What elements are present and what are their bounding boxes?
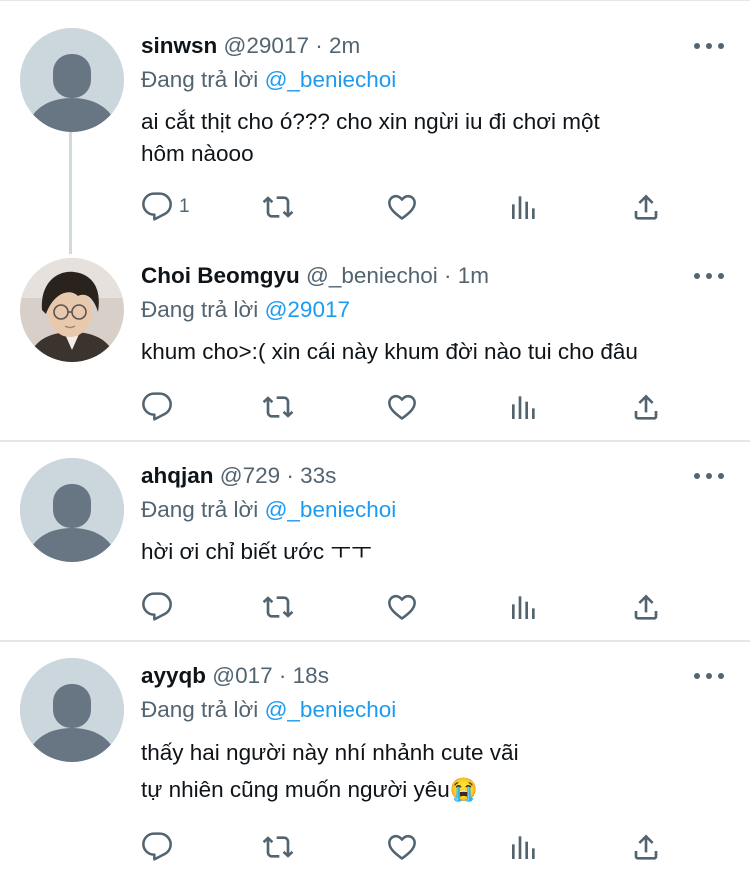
reply-button[interactable] <box>141 831 173 863</box>
author-handle-time[interactable]: @729 · 33s <box>220 463 337 488</box>
like-icon <box>386 831 418 863</box>
like-button[interactable] <box>386 191 418 223</box>
tweet-text-line: ai cắt thịt cho ó??? cho xin ngừi iu đi … <box>141 109 600 134</box>
reply-button[interactable] <box>141 591 173 623</box>
replying-to: Đang trả lời @_beniechoi <box>141 66 396 94</box>
retweet-button[interactable] <box>262 591 294 623</box>
tweet-text-line: khum cho>:( xin cái này khum đời nào tui… <box>141 339 638 364</box>
reply-button[interactable]: 1 <box>141 191 190 223</box>
views-button[interactable] <box>508 591 540 623</box>
like-icon <box>386 191 418 223</box>
views-icon <box>508 591 540 623</box>
tweet-card[interactable]: ahqjan @729 · 33s Đang trả lời @_beniech… <box>0 442 750 640</box>
reply-button[interactable] <box>141 391 173 423</box>
author-handle-time[interactable]: @_beniechoi · 1m <box>306 263 489 288</box>
replying-to: Đang trả lời @29017 <box>141 296 350 324</box>
thread-connector <box>69 132 72 254</box>
tweet-text-line: hôm nàooo <box>141 141 254 166</box>
retweet-icon <box>262 591 294 623</box>
retweet-icon <box>262 831 294 863</box>
replying-to: Đang trả lời @_beniechoi <box>141 696 396 724</box>
tweet-text: khum cho>:( xin cái này khum đời nào tui… <box>141 336 731 368</box>
views-button[interactable] <box>508 391 540 423</box>
retweet-icon <box>262 391 294 423</box>
like-button[interactable] <box>386 831 418 863</box>
more-icon[interactable] <box>694 466 724 486</box>
reply-icon <box>141 591 173 623</box>
tweet-text: thấy hai người này nhí nhảnh cute vãi tự… <box>141 734 731 808</box>
tweet-actions: 1 <box>141 191 681 223</box>
reply-count: 1 <box>179 196 190 217</box>
views-button[interactable] <box>508 191 540 223</box>
tweet-card[interactable]: ayyqb @017 · 18s Đang trả lời @_beniecho… <box>0 642 750 879</box>
default-avatar[interactable] <box>20 658 124 762</box>
more-icon[interactable] <box>694 666 724 686</box>
replying-to: Đang trả lời @_beniechoi <box>141 496 396 524</box>
views-icon <box>508 191 540 223</box>
like-icon <box>386 391 418 423</box>
replying-to-mention[interactable]: @_beniechoi <box>265 497 397 522</box>
reply-icon <box>141 831 173 863</box>
replying-to-mention[interactable]: @_beniechoi <box>265 697 397 722</box>
retweet-icon <box>262 191 294 223</box>
like-button[interactable] <box>386 391 418 423</box>
tweet-actions <box>141 391 681 423</box>
tweet-actions <box>141 831 681 863</box>
author-handle-time[interactable]: @29017 · 2m <box>224 33 361 58</box>
retweet-button[interactable] <box>262 831 294 863</box>
author-name[interactable]: ahqjan <box>141 463 214 488</box>
author-handle-time[interactable]: @017 · 18s <box>212 663 329 688</box>
share-icon <box>630 391 662 423</box>
default-avatar[interactable] <box>20 28 124 132</box>
tweet-header: sinwsn @29017 · 2m <box>141 32 360 60</box>
reply-icon <box>141 191 173 223</box>
tweet-text: ai cắt thịt cho ó??? cho xin ngừi iu đi … <box>141 106 731 170</box>
tweet-header: Choi Beomgyu @_beniechoi · 1m <box>141 262 489 290</box>
share-button[interactable] <box>630 591 662 623</box>
like-icon <box>386 591 418 623</box>
profile-photo-image <box>20 258 124 362</box>
tweet-header: ahqjan @729 · 33s <box>141 462 336 490</box>
author-name[interactable]: sinwsn <box>141 33 217 58</box>
replying-to-label: Đang trả lời <box>141 67 259 92</box>
profile-photo[interactable] <box>20 258 124 362</box>
tweet-text-line: tự nhiên cũng muốn người yêu😭 <box>141 777 478 802</box>
tweet-card[interactable]: sinwsn @29017 · 2m Đang trả lời @_beniec… <box>0 0 750 254</box>
share-icon <box>630 831 662 863</box>
views-icon <box>508 391 540 423</box>
share-icon <box>630 591 662 623</box>
retweet-button[interactable] <box>262 391 294 423</box>
reply-icon <box>141 391 173 423</box>
tweet-actions <box>141 591 681 623</box>
replying-to-label: Đang trả lời <box>141 497 259 522</box>
retweet-button[interactable] <box>262 191 294 223</box>
replying-to-mention[interactable]: @29017 <box>265 297 350 322</box>
views-icon <box>508 831 540 863</box>
replying-to-mention[interactable]: @_beniechoi <box>265 67 397 92</box>
tweet-card[interactable]: Choi Beomgyu @_beniechoi · 1m Đang trả l… <box>0 254 750 440</box>
tweet-text-line: hời ơi chỉ biết ước ㅜㅜ <box>141 539 372 564</box>
more-icon[interactable] <box>694 266 724 286</box>
tweet-text: hời ơi chỉ biết ước ㅜㅜ <box>141 536 731 568</box>
tweet-text-line: thấy hai người này nhí nhảnh cute vãi <box>141 740 519 765</box>
default-avatar[interactable] <box>20 458 124 562</box>
replying-to-label: Đang trả lời <box>141 697 259 722</box>
views-button[interactable] <box>508 831 540 863</box>
like-button[interactable] <box>386 591 418 623</box>
replying-to-label: Đang trả lời <box>141 297 259 322</box>
share-button[interactable] <box>630 831 662 863</box>
share-button[interactable] <box>630 191 662 223</box>
more-icon[interactable] <box>694 36 724 56</box>
author-name[interactable]: ayyqb <box>141 663 206 688</box>
tweet-header: ayyqb @017 · 18s <box>141 662 329 690</box>
share-icon <box>630 191 662 223</box>
author-name[interactable]: Choi Beomgyu <box>141 263 300 288</box>
share-button[interactable] <box>630 391 662 423</box>
